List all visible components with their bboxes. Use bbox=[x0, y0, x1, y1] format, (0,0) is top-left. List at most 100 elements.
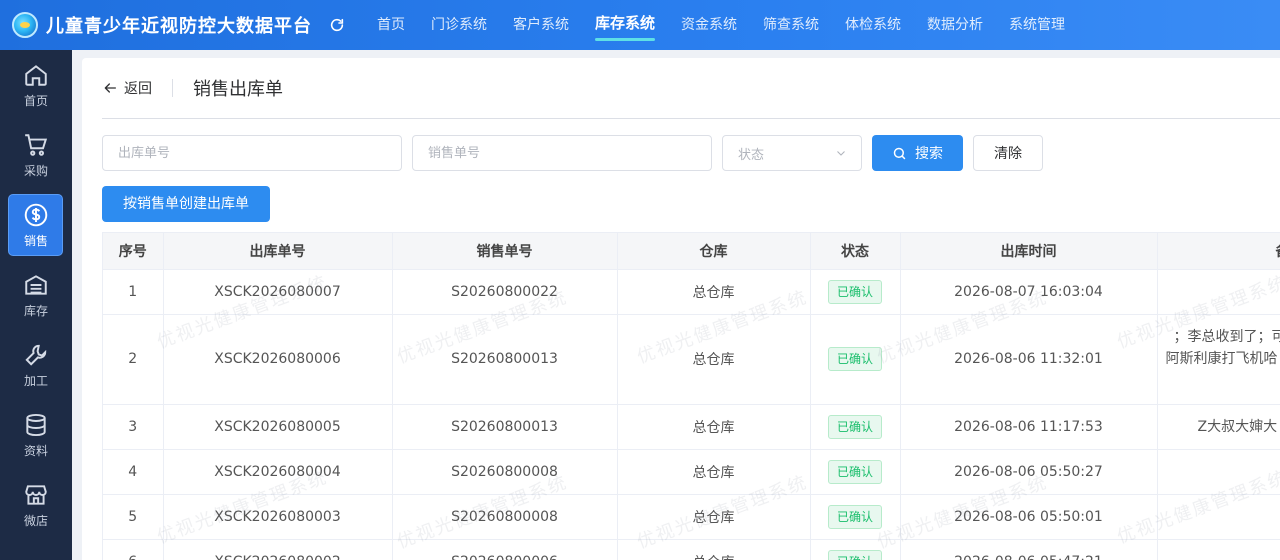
nav-checkup[interactable]: 体检系统 bbox=[832, 0, 914, 50]
nav-inventory[interactable]: 库存系统 bbox=[582, 0, 668, 50]
remark-line: 受 bbox=[1166, 370, 1280, 392]
page-title: 销售出库单 bbox=[193, 79, 283, 100]
cell-sales-no: S20260800008 bbox=[392, 449, 618, 495]
cell-outbound-no: XSCK2026080004 bbox=[163, 449, 393, 495]
top-bar: 儿童青少年近视防控大数据平台 首页 门诊系统 客户系统 库存系统 资金系统 筛查… bbox=[0, 0, 1280, 50]
cell-sales-no: S20260800013 bbox=[392, 314, 618, 405]
refresh-icon[interactable] bbox=[328, 16, 346, 34]
col-header-status: 状态 bbox=[810, 233, 901, 270]
sidebar-item-data[interactable]: 资料 bbox=[0, 400, 72, 470]
cell-remark bbox=[1157, 494, 1280, 540]
cell-status: 已确认 bbox=[810, 269, 901, 315]
cell-index: 3 bbox=[103, 404, 164, 450]
sidebar: 首页 采购 销售 库存 加工 资料 微店 bbox=[0, 50, 72, 560]
cell-warehouse: 总仓库 bbox=[617, 269, 811, 315]
col-header-warehouse: 仓库 bbox=[617, 233, 811, 270]
home-icon bbox=[25, 64, 47, 86]
cell-outbound-no: XSCK2026080003 bbox=[163, 494, 393, 540]
sidebar-item-home[interactable]: 首页 bbox=[0, 50, 72, 120]
cell-remark: ；李总收到了；可 阿斯利康打飞机哈 受 bbox=[1157, 314, 1280, 405]
nav-customer[interactable]: 客户系统 bbox=[500, 0, 582, 50]
sidebar-item-label: 销售 bbox=[23, 233, 48, 248]
table-row[interactable]: 3 XSCK2026080005 S20260800013 总仓库 已确认 20… bbox=[103, 404, 1280, 450]
back-button[interactable]: 返回 bbox=[102, 78, 152, 98]
status-badge: 已确认 bbox=[827, 279, 882, 304]
status-select[interactable]: 状态 bbox=[722, 135, 862, 171]
page-header: 返回 销售出库单 bbox=[102, 58, 1280, 119]
cell-warehouse: 总仓库 bbox=[617, 404, 811, 450]
status-badge: 已确认 bbox=[827, 549, 882, 560]
sidebar-item-purchase[interactable]: 采购 bbox=[0, 120, 72, 190]
cell-status: 已确认 bbox=[810, 404, 901, 450]
sidebar-item-sales[interactable]: 销售 bbox=[0, 190, 72, 260]
outbound-no-input[interactable] bbox=[102, 135, 402, 171]
cell-index: 4 bbox=[103, 449, 164, 495]
table-row[interactable]: 5 XSCK2026080003 S20260800008 总仓库 已确认 20… bbox=[103, 494, 1280, 540]
nav-home[interactable]: 首页 bbox=[364, 0, 418, 50]
filter-bar: 状态 搜索 清除 bbox=[102, 135, 1043, 171]
wrench-icon bbox=[25, 344, 47, 366]
nav-analytics[interactable]: 数据分析 bbox=[914, 0, 996, 50]
cell-time: 2026-08-06 11:32:01 bbox=[900, 314, 1158, 405]
sales-no-input[interactable] bbox=[412, 135, 712, 171]
database-icon bbox=[26, 413, 46, 436]
clear-button[interactable]: 清除 bbox=[973, 135, 1043, 171]
cell-outbound-no: XSCK2026080007 bbox=[163, 269, 393, 315]
cell-index: 1 bbox=[103, 269, 164, 315]
create-from-sales-button[interactable]: 按销售单创建出库单 bbox=[102, 186, 270, 222]
cell-index: 5 bbox=[103, 494, 164, 540]
search-button[interactable]: 搜索 bbox=[872, 135, 963, 171]
col-header-time: 出库时间 bbox=[900, 233, 1158, 270]
inventory-icon bbox=[25, 274, 47, 295]
store-icon bbox=[25, 484, 47, 505]
sidebar-item-store[interactable]: 微店 bbox=[0, 470, 72, 540]
cart-icon bbox=[25, 133, 48, 156]
search-icon bbox=[893, 147, 906, 159]
status-select-placeholder: 状态 bbox=[738, 147, 765, 163]
status-badge: 已确认 bbox=[827, 347, 882, 371]
app-logo bbox=[12, 12, 38, 38]
sidebar-item-label: 微店 bbox=[23, 513, 48, 528]
status-badge: 已确认 bbox=[827, 504, 882, 529]
cell-outbound-no: XSCK2026080005 bbox=[163, 404, 393, 450]
app-title: 儿童青少年近视防控大数据平台 bbox=[46, 16, 312, 37]
col-header-outbound-no: 出库单号 bbox=[163, 233, 393, 270]
cell-status: 已确认 bbox=[810, 449, 901, 495]
sidebar-item-label: 加工 bbox=[23, 373, 48, 388]
cell-warehouse: 总仓库 bbox=[617, 314, 811, 405]
cell-outbound-no: XSCK2026080006 bbox=[163, 314, 393, 405]
arrow-left-icon bbox=[104, 83, 116, 93]
table-row[interactable]: 6 XSCK2026080002 S20260800006 总仓库 已确认 20… bbox=[103, 539, 1280, 560]
cell-index: 6 bbox=[103, 539, 164, 560]
sidebar-item-label: 采购 bbox=[23, 163, 48, 178]
nav-clinic[interactable]: 门诊系统 bbox=[418, 0, 500, 50]
sidebar-item-processing[interactable]: 加工 bbox=[0, 330, 72, 400]
cell-sales-no: S20260800022 bbox=[392, 269, 618, 315]
table-row[interactable]: 1 XSCK2026080007 S20260800022 总仓库 已确认 20… bbox=[103, 269, 1280, 315]
col-header-remark: 备注 bbox=[1157, 233, 1280, 270]
nav-system[interactable]: 系统管理 bbox=[996, 0, 1078, 50]
table-header-row: 序号 出库单号 销售单号 仓库 状态 出库时间 备注 bbox=[103, 233, 1280, 270]
table-row[interactable]: 2 XSCK2026080006 S20260800013 总仓库 已确认 20… bbox=[103, 314, 1280, 405]
back-label: 返回 bbox=[124, 81, 152, 97]
nav-screening[interactable]: 筛查系统 bbox=[750, 0, 832, 50]
chevron-down-icon bbox=[837, 151, 845, 156]
cell-status: 已确认 bbox=[810, 539, 901, 560]
cell-warehouse: 总仓库 bbox=[617, 539, 811, 560]
sidebar-item-label: 资料 bbox=[23, 443, 48, 458]
outbound-table: 序号 出库单号 销售单号 仓库 状态 出库时间 备注 1 XSCK2026080… bbox=[102, 232, 1280, 560]
sidebar-item-inventory[interactable]: 库存 bbox=[0, 260, 72, 330]
main-panel: 返回 销售出库单 状态 搜索 清除 按销售单创建出库单 序号 出库单号 bbox=[82, 58, 1280, 560]
nav-finance[interactable]: 资金系统 bbox=[668, 0, 750, 50]
cell-status: 已确认 bbox=[810, 494, 901, 540]
col-header-index: 序号 bbox=[103, 233, 164, 270]
status-badge: 已确认 bbox=[827, 414, 882, 439]
cell-sales-no: S20260800006 bbox=[392, 539, 618, 560]
sidebar-item-label: 首页 bbox=[23, 93, 48, 108]
status-badge: 已确认 bbox=[827, 459, 882, 484]
table-row[interactable]: 4 XSCK2026080004 S20260800008 总仓库 已确认 20… bbox=[103, 449, 1280, 495]
remark-line: ；李总收到了；可 bbox=[1173, 329, 1280, 345]
header-divider bbox=[172, 79, 173, 97]
cell-remark: Z大叔大婶大 bbox=[1157, 404, 1280, 450]
cell-warehouse: 总仓库 bbox=[617, 449, 811, 495]
